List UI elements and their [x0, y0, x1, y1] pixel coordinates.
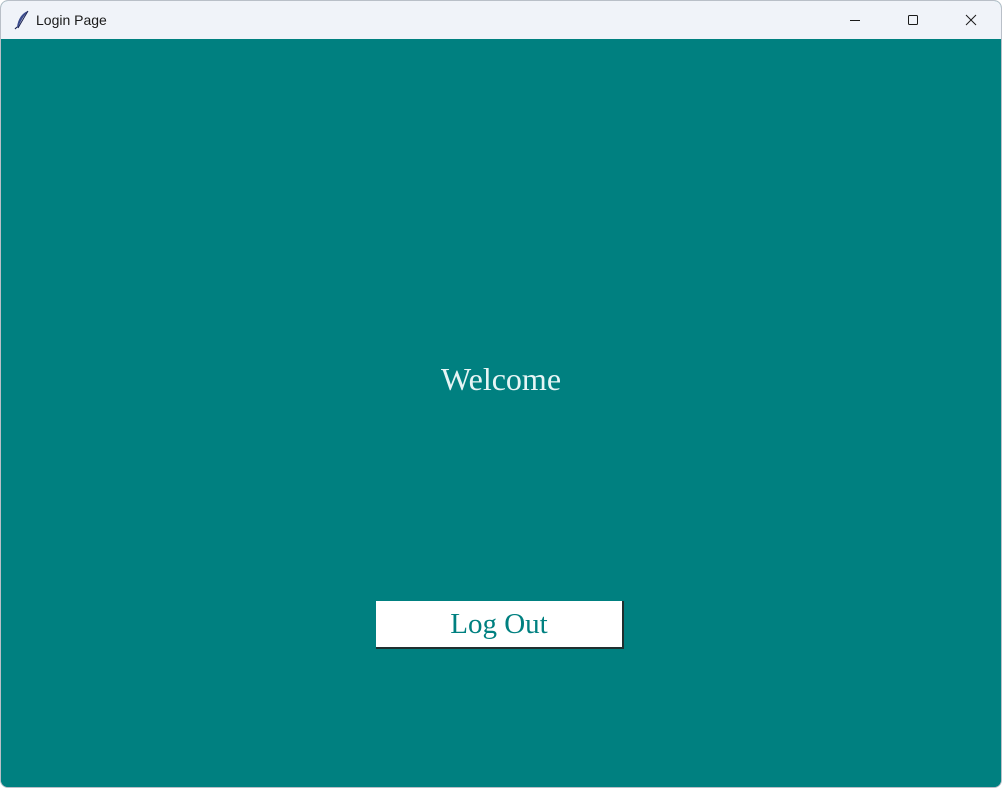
title-bar[interactable]: Login Page — [1, 1, 1001, 39]
main-content: Welcome Log Out — [1, 39, 1001, 787]
minimize-icon — [849, 11, 861, 30]
close-icon — [965, 11, 977, 30]
close-button[interactable] — [942, 1, 1000, 39]
logout-button[interactable]: Log Out — [376, 601, 624, 649]
maximize-button[interactable] — [884, 1, 942, 39]
minimize-button[interactable] — [826, 1, 884, 39]
welcome-label: Welcome — [440, 361, 562, 397]
window-title: Login Page — [36, 12, 107, 28]
maximize-icon — [907, 11, 919, 30]
app-window: Login Page Welcome Log Out — [0, 0, 1002, 788]
feather-icon — [14, 10, 30, 30]
